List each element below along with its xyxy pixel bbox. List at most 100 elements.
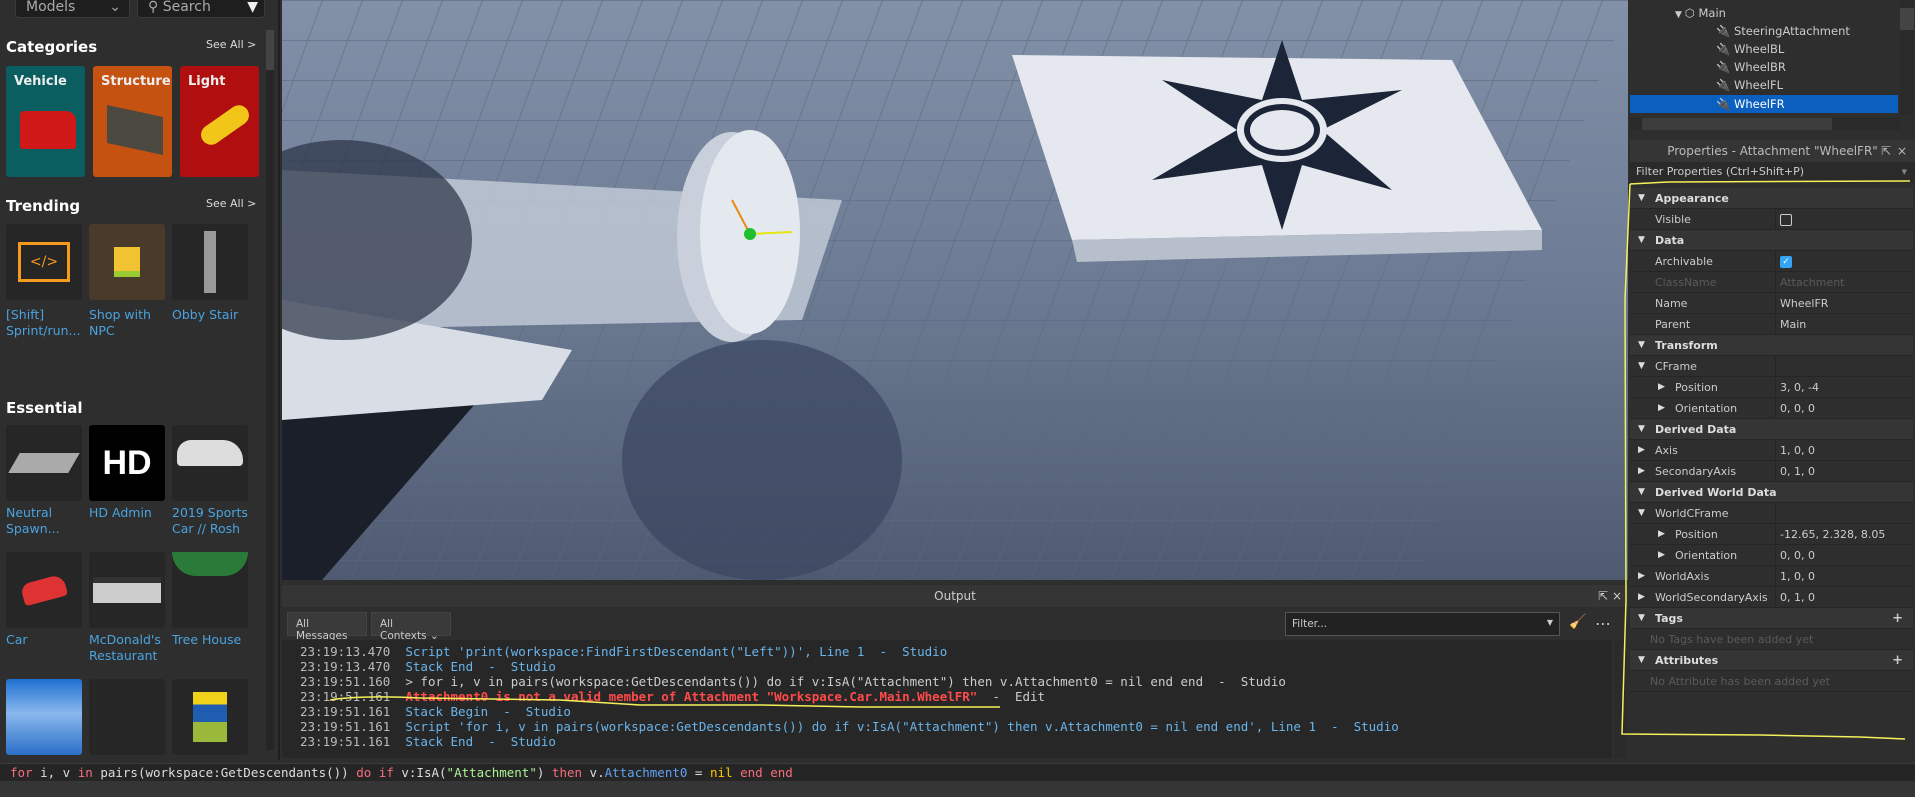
visible-checkbox[interactable] — [1780, 214, 1792, 226]
expand-arrow-icon[interactable]: ▶ — [1658, 545, 1665, 566]
expand-arrow-icon[interactable]: ▶ — [1638, 566, 1645, 587]
attachment-icon: 🔌 — [1716, 78, 1731, 92]
collapse-arrow-icon: ▼ — [1638, 613, 1645, 623]
add-attribute-icon[interactable]: + — [1892, 650, 1903, 671]
essential-item-label[interactable]: Tree House — [172, 632, 252, 648]
category-label: Structure — [101, 74, 171, 89]
expand-arrow-icon[interactable]: ▶ — [1658, 377, 1665, 398]
toolbox-scrollbar[interactable] — [266, 30, 274, 750]
explorer-hscrollbar[interactable] — [1630, 118, 1900, 130]
tree-house-thumbnail[interactable] — [172, 552, 248, 628]
attachment-gizmo[interactable] — [744, 228, 756, 240]
more-options-icon[interactable]: ⋯ — [1595, 614, 1611, 633]
trending-see-all[interactable]: See All > — [206, 197, 256, 210]
shop-npc-thumbnail[interactable] — [89, 224, 165, 300]
log-message: Stack End - Studio — [405, 734, 556, 749]
explorer-item[interactable]: 🔌 SteeringAttachment — [1630, 22, 1898, 40]
essential-item-label[interactable]: Neutral Spawn... — [6, 505, 86, 537]
scene[interactable] — [282, 0, 1628, 580]
mcdonalds-thumbnail[interactable] — [89, 552, 165, 628]
archivable-checkbox[interactable]: ✓ — [1780, 256, 1792, 268]
section-attributes[interactable]: ▼ Attributes + — [1630, 650, 1913, 671]
explorer-item-selected[interactable]: 🔌 WheelFR — [1630, 95, 1898, 113]
output-scrollbar[interactable] — [1614, 640, 1626, 758]
position-value-field[interactable]: 3, 0, -4 — [1775, 377, 1915, 398]
explorer-item[interactable]: 🔌 WheelFL — [1630, 76, 1898, 94]
search-input[interactable]: ⚲ Search ▼ — [137, 0, 265, 18]
expand-arrow-icon[interactable]: ▶ — [1638, 440, 1645, 461]
close-icon[interactable]: × — [1612, 585, 1622, 607]
property-label: Name — [1655, 297, 1688, 310]
world-orientation-value-field[interactable]: 0, 0, 0 — [1775, 545, 1915, 566]
undock-icon[interactable]: ⇱ — [1598, 585, 1608, 607]
section-transform[interactable]: ▼ Transform — [1630, 335, 1913, 356]
sports-car-thumbnail[interactable] — [172, 425, 248, 501]
orientation-value-field[interactable]: 0, 0, 0 — [1775, 398, 1915, 419]
scrollbar-thumb[interactable] — [266, 30, 274, 70]
world-secondary-axis-value-field[interactable]: 0, 1, 0 — [1775, 587, 1915, 608]
expand-arrow-icon[interactable]: ▶ — [1638, 587, 1645, 608]
messages-filter-dropdown[interactable]: All Messages ⌄ — [287, 612, 367, 654]
noob-thumbnail[interactable] — [172, 679, 248, 755]
undock-icon[interactable]: ⇱ — [1881, 140, 1891, 162]
trending-item-label[interactable]: Obby Stair — [172, 307, 252, 323]
code-token: i, v — [32, 765, 78, 780]
name-value-field[interactable]: WheelFR — [1775, 293, 1915, 314]
property-cframe[interactable]: ▼ CFrame — [1630, 356, 1913, 377]
section-data[interactable]: ▼ Data — [1630, 230, 1913, 251]
world-axis-value-field[interactable]: 1, 0, 0 — [1775, 566, 1915, 587]
expand-arrow-icon[interactable]: ▶ — [1658, 524, 1665, 545]
hd-admin-thumbnail[interactable]: HD — [89, 425, 165, 501]
log-message: Attachment0 is not a valid member of Att… — [405, 689, 978, 704]
category-structure[interactable]: Structure — [93, 66, 172, 177]
command-bar-input[interactable]: for i, v in pairs(workspace:GetDescendan… — [0, 763, 1915, 781]
world-position-value-field[interactable]: -12.65, 2.328, 8.05 — [1775, 524, 1915, 545]
contexts-filter-dropdown[interactable]: All Contexts ⌄ — [371, 612, 451, 642]
essential-item-label[interactable]: McDonald's Restaurant — [89, 632, 169, 664]
secondary-axis-value-field[interactable]: 0, 1, 0 — [1775, 461, 1915, 482]
explorer-vscrollbar[interactable] — [1900, 0, 1914, 115]
property-world-orientation: ▶ Orientation 0, 0, 0 — [1630, 545, 1913, 566]
neutral-spawn-thumbnail[interactable] — [6, 425, 82, 501]
category-vehicle[interactable]: Vehicle — [6, 66, 85, 177]
sky-thumbnail[interactable] — [6, 679, 82, 755]
trending-item-label[interactable]: Shop with NPC — [89, 307, 169, 339]
trending-item-label[interactable]: [Shift] Sprint/run... — [6, 307, 86, 339]
item-label: WheelBR — [1734, 60, 1786, 74]
car-thumbnail[interactable] — [6, 552, 82, 628]
collapse-arrow-icon: ▼ — [1638, 235, 1645, 245]
section-derived-world-data[interactable]: ▼ Derived World Data — [1630, 482, 1913, 503]
explorer-item-main[interactable]: ▼ ⬡ Main — [1630, 4, 1898, 22]
parent-value-field[interactable]: Main — [1775, 314, 1915, 335]
properties-filter-input[interactable]: Filter Properties (Ctrl+Shift+P) ▼ — [1630, 162, 1915, 182]
explorer-item[interactable]: 🔌 WheelBL — [1630, 40, 1898, 58]
empty-thumbnail[interactable] — [89, 679, 165, 755]
close-icon[interactable]: × — [1897, 140, 1907, 162]
essential-item-label[interactable]: HD Admin — [89, 505, 169, 521]
category-dropdown[interactable]: Models ⌄ — [15, 0, 130, 18]
property-world-cframe[interactable]: ▼ WorldCFrame — [1630, 503, 1913, 524]
add-tag-icon[interactable]: + — [1892, 608, 1903, 629]
restaurant-icon — [93, 577, 161, 603]
section-tags[interactable]: ▼ Tags + — [1630, 608, 1913, 629]
category-light[interactable]: Light — [180, 66, 259, 177]
section-derived-data[interactable]: ▼ Derived Data — [1630, 419, 1913, 440]
code-token: for — [10, 765, 33, 780]
essential-item-label[interactable]: 2019 Sports Car // Rosh — [172, 505, 252, 537]
clear-output-icon[interactable]: 🧹 — [1569, 614, 1586, 630]
obby-stair-thumbnail[interactable] — [172, 224, 248, 300]
3d-viewport[interactable] — [282, 0, 1628, 580]
axis-value-field[interactable]: 1, 0, 0 — [1775, 440, 1915, 461]
sprint-script-thumbnail[interactable]: </> — [6, 224, 82, 300]
categories-see-all[interactable]: See All > — [206, 38, 256, 51]
section-appearance[interactable]: ▼ Appearance — [1630, 188, 1913, 209]
filter-icon[interactable]: ▼ — [247, 0, 258, 15]
output-filter-input[interactable]: Filter... ▼ — [1285, 612, 1560, 636]
explorer-item[interactable]: 🔌 WheelBR — [1630, 58, 1898, 76]
expand-arrow-icon[interactable]: ▶ — [1638, 461, 1645, 482]
essential-item-label[interactable]: Car — [6, 632, 86, 648]
expand-arrow-icon[interactable]: ▶ — [1658, 398, 1665, 419]
section-label: Appearance — [1655, 192, 1729, 205]
